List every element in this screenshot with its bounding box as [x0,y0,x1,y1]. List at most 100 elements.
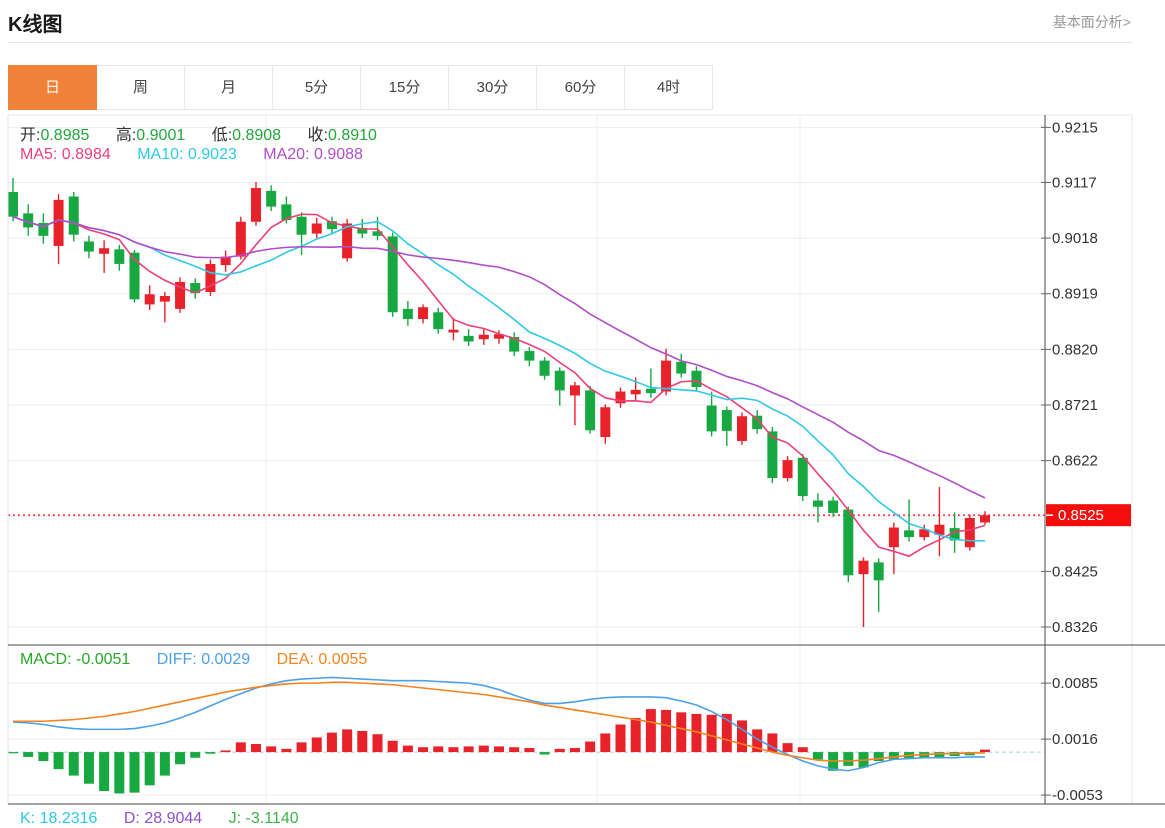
macd-bar [281,748,292,753]
macd-bar [99,752,110,792]
ma10-label: MA10: [137,146,184,163]
candlestick [737,416,747,441]
ma20-line [12,215,986,499]
candlestick [600,407,611,438]
candlestick [463,335,474,342]
candlestick [235,221,246,257]
macd-bar [569,748,580,753]
macd-bar [175,752,186,765]
macd-bar [372,734,383,753]
period-tabs: 日周月 5分 15分 30分 60分 4时 [8,65,713,110]
ma5-line [12,213,986,558]
dea-value: 0.0055 [318,651,368,668]
macd-bar [266,746,277,753]
ma20-value: 0.9088 [313,146,363,163]
candlestick [554,370,565,391]
period-tab-6[interactable]: 30分 [448,65,537,110]
candlestick [266,190,277,207]
macd-bar [448,747,459,753]
candlestick [828,500,839,513]
axis-label: 0.8622 [1052,453,1098,470]
high-label: 高: [115,127,137,144]
macd-bar [706,714,717,753]
diff-value: 0.0029 [201,651,251,668]
macd-bar [205,752,216,754]
macd-bar [311,737,322,753]
d-label: D: [123,810,140,827]
macd-bar [463,746,474,753]
macd-bar [23,752,34,757]
axis-label: 0.0085 [1052,675,1098,692]
macd-bar [782,743,793,753]
j-label: J: [228,810,242,827]
candlestick [114,249,125,264]
candlestick [904,530,915,538]
macd-bar [296,742,307,753]
fundamental-analysis-link[interactable]: 基本面分析> [1053,12,1131,32]
candlestick [402,308,413,320]
ma20-label: MA20: [263,146,310,163]
macd-bar [342,729,353,753]
macd-bar [387,740,398,753]
macd-bar [114,752,125,794]
macd-bar [615,724,626,753]
macd-bar [737,720,747,753]
axis-label: 0.9215 [1052,119,1098,136]
candlestick [630,389,641,395]
close-label: 收: [307,127,328,144]
candlestick [645,388,656,394]
macd-bar [357,730,368,753]
period-tab-5[interactable]: 15分 [360,65,449,110]
axis-label: 0.9018 [1052,230,1098,247]
macd-bar [980,749,990,753]
candlestick [144,294,155,305]
period-tab-7[interactable]: 60分 [536,65,625,110]
candlestick [311,223,322,234]
macd-bar [812,752,823,760]
candlestick [782,460,793,479]
last-price-label: 0.8525 [1058,507,1104,524]
candlestick [706,405,717,432]
macd-label: MACD: [20,651,72,668]
macd-bar [494,746,504,753]
macd-legend: MACD: -0.0051 DIFF: 0.0029 DEA: 0.0055 [20,651,389,669]
candlestick [888,527,899,548]
macd-bar [83,752,94,784]
candlestick [448,329,459,333]
macd-bar [418,747,429,753]
k-label: K: [20,810,36,827]
candlestick [433,312,444,330]
macd-bar [630,718,641,753]
period-tab-4[interactable]: 5分 [272,65,361,110]
low-value: 0.8908 [232,127,282,144]
macd-bar [326,732,337,753]
candlestick [691,370,702,388]
period-tab-1[interactable]: 日 [8,65,97,110]
candlestick [8,191,18,217]
header-divider [8,42,1132,43]
candlestick [721,410,732,431]
macd-bar [402,745,413,753]
candlestick [68,196,79,235]
macd-bar [220,750,231,753]
candlestick [99,248,110,254]
candlestick [478,334,489,340]
period-tab-8[interactable]: 4时 [624,65,713,110]
macd-bar [585,741,596,753]
candlestick [964,517,975,548]
macd-bar [600,733,611,753]
kdj-legend: K: 18.2316 D: 28.9044 J: -3.1140 [20,810,321,828]
macd-bar [843,752,854,766]
macd-bar [661,709,672,753]
macd-bar [38,752,49,762]
macd-bar [8,752,18,754]
ma5-value: 0.8984 [61,146,111,163]
ma5-label: MA5: [20,146,58,163]
macd-bar [190,752,201,758]
close-value: 0.8910 [327,127,377,144]
period-tab-2[interactable]: 周 [96,65,185,110]
open-value: 0.8985 [40,127,90,144]
period-tab-3[interactable]: 月 [184,65,273,110]
axis-label: 0.8919 [1052,286,1098,303]
macd-bar [433,746,444,753]
